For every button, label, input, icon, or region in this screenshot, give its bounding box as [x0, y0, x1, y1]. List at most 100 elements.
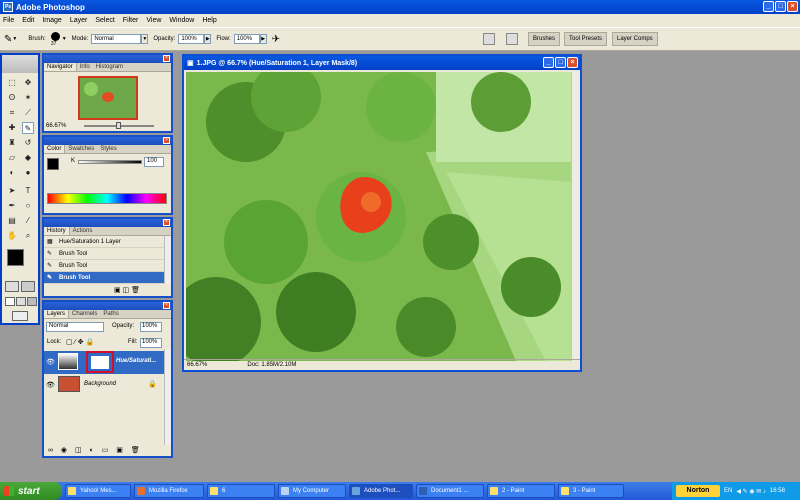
minimize-button[interactable]: _ — [763, 1, 774, 12]
foreground-color-swatch[interactable] — [7, 249, 24, 266]
tab-actions[interactable]: Actions — [70, 227, 96, 235]
layer-row-adjustment[interactable]: 👁 Hue/Saturati... — [44, 351, 165, 374]
doc-maximize-button[interactable]: □ — [555, 57, 566, 68]
task-folder-6[interactable]: 6 — [207, 484, 275, 498]
tab-color[interactable]: Color — [44, 145, 66, 153]
blur-tool-icon[interactable]: ◐ — [6, 167, 18, 179]
file-browser-icon[interactable] — [483, 33, 495, 45]
flow-arrow-icon[interactable]: ▶ — [259, 34, 267, 44]
task-photoshop[interactable]: Adobe Phot... — [349, 484, 413, 498]
hand-tool-icon[interactable]: ✋ — [6, 230, 18, 242]
doc-minimize-button[interactable]: _ — [543, 57, 554, 68]
norton-button[interactable]: Norton — [676, 485, 720, 497]
maximize-button[interactable]: □ — [775, 1, 786, 12]
menu-help[interactable]: Help — [202, 17, 216, 24]
tab-swatches[interactable]: Swatches — [65, 145, 97, 153]
layer-name[interactable]: Hue/Saturati... — [116, 358, 156, 364]
quick-mask-icon[interactable] — [21, 281, 35, 292]
task-document1[interactable]: Document1 ... — [416, 484, 484, 498]
zoom-slider-handle[interactable] — [116, 122, 121, 129]
lock-icons[interactable]: ▢ ⁄ ✥ 🔒 — [66, 338, 94, 346]
screen-mode-2-icon[interactable] — [16, 297, 26, 306]
pen-tool-icon[interactable]: ✒ — [6, 200, 18, 212]
type-tool-icon[interactable]: T — [22, 185, 34, 197]
task-my-computer[interactable]: My Computer — [278, 484, 346, 498]
well-tab-layer-comps[interactable]: Layer Comps — [612, 32, 658, 46]
color-value-input[interactable]: 100 — [144, 157, 164, 167]
magic-wand-icon[interactable]: ✶ — [22, 92, 34, 104]
dodge-tool-icon[interactable]: ● — [22, 167, 34, 179]
blend-mode-select[interactable]: Normal — [46, 322, 104, 332]
tool-preset-picker[interactable]: ✎ ▼ — [4, 34, 17, 45]
screen-mode-1-icon[interactable] — [5, 297, 15, 306]
well-tab-brushes[interactable]: Brushes — [528, 32, 561, 46]
history-item-selected[interactable]: ✎ Brush Tool — [44, 272, 165, 284]
marquee-tool-icon[interactable]: ⬚ — [6, 77, 18, 89]
tray-icons[interactable]: ◀ ✎ ◉ ✉ ♪ — [736, 488, 766, 495]
document-canvas[interactable] — [186, 72, 571, 361]
document-vertical-scrollbar[interactable] — [571, 72, 580, 361]
notes-tool-icon[interactable]: ▤ — [6, 215, 18, 227]
history-footer-icons[interactable]: ▣ ◫ 🗑 — [114, 286, 140, 294]
healing-brush-icon[interactable]: ✚ — [6, 122, 18, 134]
zoom-tool-icon[interactable]: ⌕ — [22, 230, 34, 242]
airbrush-button[interactable]: ✈ — [272, 34, 280, 45]
tab-histogram[interactable]: Histogram — [93, 63, 126, 71]
clone-stamp-icon[interactable]: ♜ — [6, 137, 18, 149]
tab-history[interactable]: History — [44, 227, 70, 235]
layer-name[interactable]: Background — [84, 381, 116, 387]
tab-styles[interactable]: Styles — [97, 145, 119, 153]
task-paint-2[interactable]: 2 - Paint — [487, 484, 555, 498]
crop-tool-icon[interactable]: ⌗ — [6, 107, 18, 119]
layer-opacity-input[interactable]: 100% — [140, 322, 162, 332]
menu-file[interactable]: File — [3, 17, 14, 24]
color-slider[interactable] — [78, 160, 142, 164]
close-icon[interactable]: × — [163, 55, 170, 62]
menu-image[interactable]: Image — [42, 17, 61, 24]
color-ramp[interactable] — [47, 193, 167, 204]
screen-mode-3-icon[interactable] — [27, 297, 37, 306]
menu-select[interactable]: Select — [95, 17, 114, 24]
path-select-icon[interactable]: ➤ — [6, 185, 18, 197]
task-paint-3[interactable]: 3 - Paint — [558, 484, 624, 498]
tab-info[interactable]: Info — [77, 63, 93, 71]
task-firefox[interactable]: Mozilla Firefox — [134, 484, 204, 498]
history-scrollbar[interactable] — [164, 236, 171, 284]
history-item[interactable]: ▦ Hue/Saturation 1 Layer — [44, 236, 165, 248]
task-yahoo-messenger[interactable]: Yahoo! Mes... — [65, 484, 131, 498]
document-zoom[interactable]: 66.67% — [187, 362, 207, 368]
slice-tool-icon[interactable]: ⟋ — [22, 107, 34, 119]
opacity-arrow-icon[interactable]: ▶ — [204, 34, 212, 44]
tab-paths[interactable]: Paths — [100, 310, 121, 318]
menu-edit[interactable]: Edit — [22, 17, 34, 24]
tab-channels[interactable]: Channels — [69, 310, 100, 318]
mode-select[interactable]: Normal — [91, 34, 142, 44]
imageready-icon[interactable] — [12, 311, 28, 321]
language-indicator[interactable]: EN — [724, 488, 732, 494]
standard-mode-icon[interactable] — [5, 281, 19, 292]
close-icon[interactable]: × — [163, 302, 170, 309]
layer-row-background[interactable]: 👁 Background 🔒 — [44, 375, 165, 395]
eye-icon[interactable]: 👁 — [46, 358, 55, 366]
eyedropper-icon[interactable]: ⁄ — [22, 215, 34, 227]
history-brush-icon[interactable]: ↺ — [22, 137, 34, 149]
eraser-tool-icon[interactable]: ▱ — [6, 152, 18, 164]
layers-scrollbar[interactable] — [164, 349, 171, 445]
menu-view[interactable]: View — [146, 17, 161, 24]
menu-layer[interactable]: Layer — [70, 17, 88, 24]
history-item[interactable]: ✎ Brush Tool — [44, 248, 165, 260]
close-button[interactable]: × — [787, 1, 798, 12]
menu-filter[interactable]: Filter — [123, 17, 139, 24]
eye-icon[interactable]: 👁 — [46, 381, 55, 389]
brush-picker[interactable]: 37 — [48, 31, 60, 47]
layer-mask-thumbnail[interactable] — [91, 356, 109, 369]
shape-tool-icon[interactable]: ○ — [22, 200, 34, 212]
start-button[interactable]: start — [0, 482, 62, 500]
navigator-thumbnail[interactable] — [78, 76, 138, 120]
close-icon[interactable]: × — [163, 137, 170, 144]
color-fg-swatch[interactable] — [47, 158, 59, 170]
doc-close-button[interactable]: × — [567, 57, 578, 68]
close-icon[interactable]: × — [163, 219, 170, 226]
fill-input[interactable]: 100% — [140, 338, 162, 348]
paint-bucket-icon[interactable]: ◆ — [22, 152, 34, 164]
